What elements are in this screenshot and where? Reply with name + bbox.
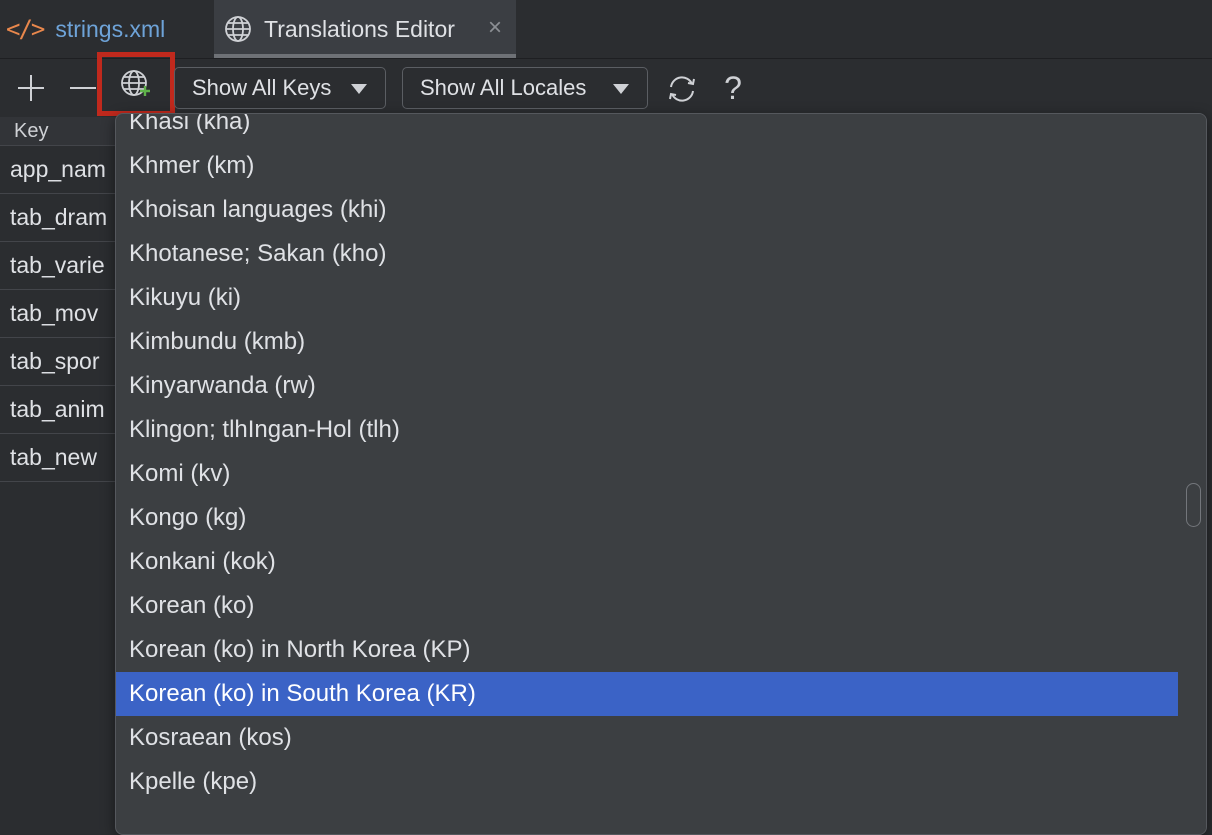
remove-key-button[interactable] (66, 71, 100, 105)
list-item[interactable]: Khmer (km) (116, 144, 1178, 188)
chevron-down-icon (613, 84, 629, 94)
table-row[interactable]: tab_spor (0, 338, 130, 386)
tab-label: strings.xml (55, 15, 166, 42)
list-item[interactable]: Kinyarwanda (rw) (116, 364, 1178, 408)
close-icon[interactable]: × (488, 14, 502, 42)
refresh-icon (669, 76, 695, 102)
list-item[interactable]: Khoisan languages (khi) (116, 188, 1178, 232)
table-row[interactable]: tab_new (0, 434, 130, 482)
list-item[interactable]: Konkani (kok) (116, 540, 1178, 584)
tab-label: Translations Editor (264, 15, 455, 42)
tab-strings-xml[interactable]: </> strings.xml (6, 0, 165, 58)
table-row[interactable]: tab_anim (0, 386, 130, 434)
list-item[interactable]: Kimbundu (kmb) (116, 320, 1178, 364)
list-item[interactable]: Kongo (kg) (116, 496, 1178, 540)
list-item[interactable]: Khotanese; Sakan (kho) (116, 232, 1178, 276)
list-item[interactable]: Khasi (kha) (116, 114, 1178, 144)
scrollbar-track[interactable] (1178, 114, 1206, 834)
show-keys-label: Show All Keys (192, 75, 332, 100)
list-item[interactable]: Komi (kv) (116, 452, 1178, 496)
reload-button[interactable] (664, 71, 700, 107)
locale-list: Khasi (kha) Khmer (km) Khoisan languages… (116, 114, 1178, 804)
table-row[interactable]: app_nam (0, 146, 130, 194)
list-item[interactable]: Klingon; tlhIngan-Hol (tlh) (116, 408, 1178, 452)
plus-icon (18, 75, 44, 101)
minus-icon (70, 87, 96, 89)
translations-toolbar: Show All Keys Show All Locales ? (0, 52, 1212, 117)
table-row[interactable]: tab_mov (0, 290, 130, 338)
table-row[interactable]: tab_varie (0, 242, 130, 290)
list-item[interactable]: Korean (ko) in North Korea (KP) (116, 628, 1178, 672)
scrollbar-thumb[interactable] (1186, 483, 1201, 527)
locale-picker-popup: Khasi (kha) Khmer (km) Khoisan languages… (115, 113, 1207, 835)
globe-icon (224, 15, 252, 43)
editor-tab-bar: </> strings.xml Translations Editor × (0, 0, 1212, 59)
key-table: Key app_nam tab_dram tab_varie tab_mov t… (0, 117, 130, 482)
xml-code-icon: </> (6, 15, 45, 43)
key-column-header[interactable]: Key (0, 117, 130, 146)
list-item-selected[interactable]: Korean (ko) in South Korea (KR) (116, 672, 1178, 716)
list-item[interactable]: Korean (ko) (116, 584, 1178, 628)
list-item[interactable]: Kikuyu (ki) (116, 276, 1178, 320)
show-locales-label: Show All Locales (420, 75, 587, 100)
chevron-down-icon (351, 84, 367, 94)
add-locale-button[interactable] (97, 52, 175, 116)
tab-translations-editor[interactable]: Translations Editor × (214, 0, 516, 58)
list-item[interactable]: Kpelle (kpe) (116, 760, 1178, 804)
list-item[interactable]: Kosraean (kos) (116, 716, 1178, 760)
help-button[interactable]: ? (718, 67, 748, 109)
show-keys-dropdown[interactable]: Show All Keys (174, 67, 386, 109)
show-locales-dropdown[interactable]: Show All Locales (402, 67, 648, 109)
add-key-button[interactable] (14, 71, 48, 105)
table-row[interactable]: tab_dram (0, 194, 130, 242)
globe-plus-icon (121, 70, 150, 96)
